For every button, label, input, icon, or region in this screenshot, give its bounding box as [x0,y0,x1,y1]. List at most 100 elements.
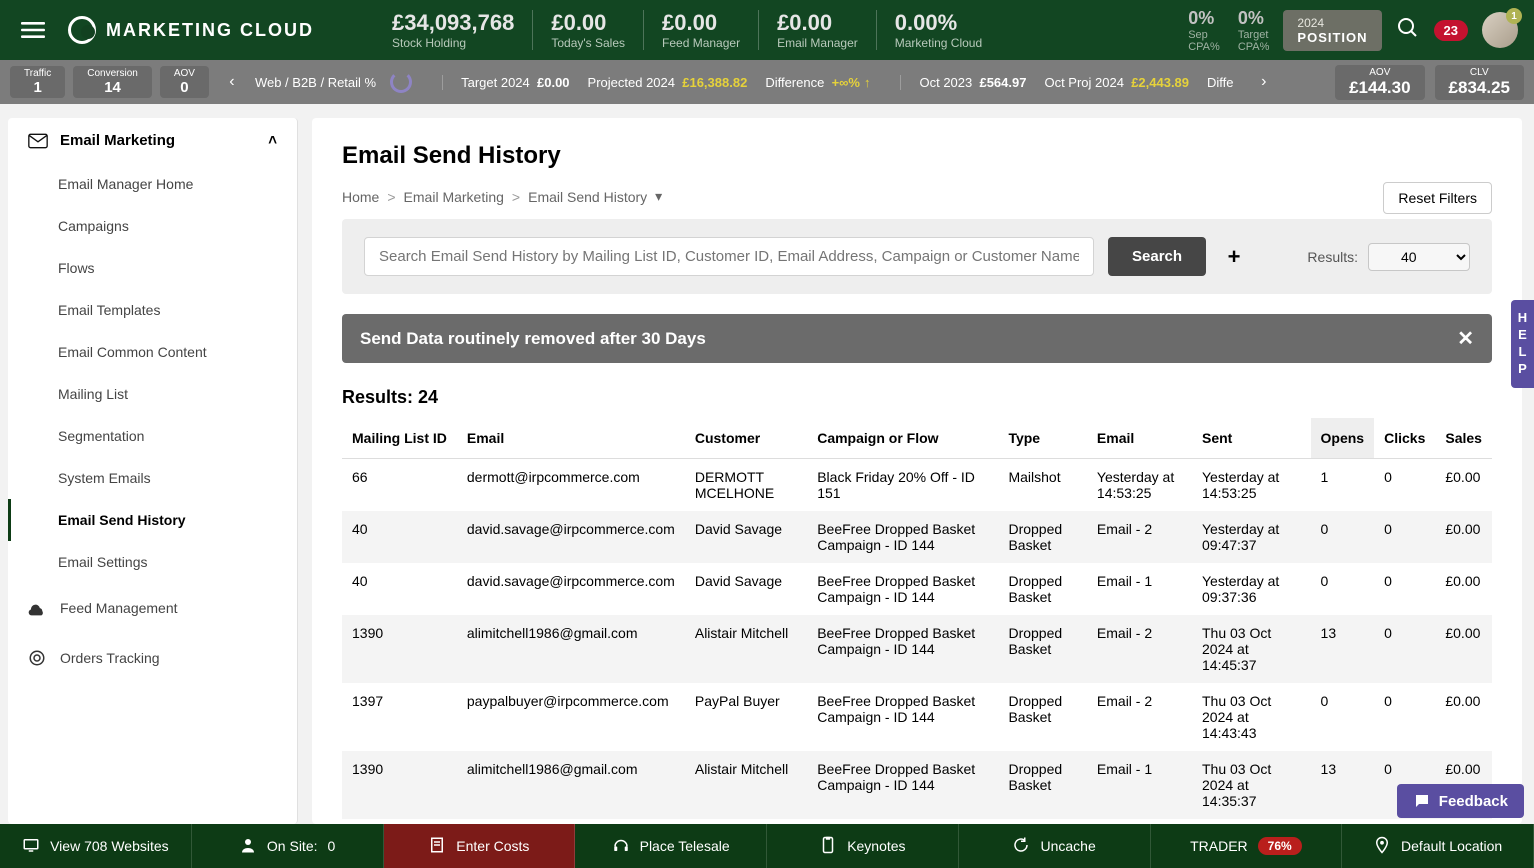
table-row[interactable]: 40david.savage@irpcommerce.comDavid Sava… [342,511,1492,563]
bottom-cell[interactable]: TRADER 76% [1151,824,1343,868]
avatar[interactable]: 1 [1482,12,1518,48]
position-pill[interactable]: 2024 POSITION [1283,10,1381,51]
notification-badge[interactable]: 23 [1434,20,1468,41]
table-row[interactable]: 40david.savage@irpcommerce.comDavid Sava… [342,563,1492,615]
header-metric: 0.00%Marketing Cloud [876,10,1000,50]
table-cell: 0 [1374,819,1435,824]
table-cell: 0 [1374,615,1435,683]
table-cell: dermott@irpcommerce.com [457,459,685,512]
sidebar-item[interactable]: Email Settings [8,541,297,583]
feedback-button[interactable]: Feedback [1397,784,1524,818]
table-header[interactable]: Sales [1435,418,1492,459]
chat-icon [1413,792,1431,810]
bottom-icon [1012,836,1030,857]
table-cell: 40 [342,511,457,563]
breadcrumb-item[interactable]: Email Marketing [404,189,504,205]
table-row[interactable]: 1397paypalbuyer@irpcommerce.comPayPal Bu… [342,683,1492,751]
big-stat[interactable]: AOV£144.30 [1335,65,1424,100]
table-cell: 1 [1311,459,1375,512]
bottom-icon [428,836,446,857]
sidebar-item[interactable]: Segmentation [8,415,297,457]
chevron-right-icon[interactable]: › [1251,73,1277,91]
bottom-cell[interactable]: Uncache [959,824,1151,868]
header-metric: £34,093,768Stock Holding [374,10,532,50]
search-button[interactable]: Search [1108,237,1206,276]
big-stat[interactable]: CLV£834.25 [1435,65,1524,100]
reset-filters-button[interactable]: Reset Filters [1383,182,1492,214]
table-header[interactable]: Campaign or Flow [807,418,998,459]
table-header[interactable]: Email [1087,418,1192,459]
table-header[interactable]: Clicks [1374,418,1435,459]
table-cell: BeeFree Dropped Basket Campaign - ID 144 [807,615,998,683]
metric-label: Today's Sales [551,36,625,50]
brand[interactable]: MARKETING CLOUD [68,16,314,44]
bottom-label: Place Telesale [640,838,730,854]
stat-box[interactable]: AOV0 [160,66,209,98]
breadcrumb-item[interactable]: Home [342,189,379,205]
close-icon[interactable]: ✕ [1457,326,1474,351]
search-input[interactable] [364,237,1094,276]
table-row[interactable]: 1390alimitchell1986@gmail.comAlistair Mi… [342,751,1492,819]
search-icon[interactable] [1396,16,1420,45]
table-cell: PayPal Buyer [685,819,807,824]
table-cell: BeeFree Dropped Basket Campaign - ID 144 [807,683,998,751]
breadcrumb: Home>Email Marketing>Email Send History … [342,188,1492,205]
table-cell: 13 [1311,751,1375,819]
table-row[interactable]: 1397paypalbuyer@irpcommerce.comPayPal Bu… [342,819,1492,824]
table-cell: paypalbuyer@irpcommerce.com [457,819,685,824]
sidebar-item[interactable]: Mailing List [8,373,297,415]
sidebar-item-feed[interactable]: Feed Management [8,583,297,633]
bottom-cell[interactable]: Keynotes [767,824,959,868]
table-cell: 1397 [342,683,457,751]
results-select[interactable]: 40 [1368,243,1470,271]
bottom-icon [612,836,630,857]
stat-box[interactable]: Conversion14 [73,66,152,98]
sidebar-item[interactable]: System Emails [8,457,297,499]
sidebar-item[interactable]: Email Manager Home [8,163,297,205]
table-header[interactable]: Sent [1192,418,1311,459]
stat-box[interactable]: Traffic1 [10,66,65,98]
bottom-label: Uncache [1040,838,1095,854]
sec-pair: Diffe [1207,75,1241,90]
table-header[interactable]: Type [998,418,1086,459]
sidebar-item[interactable]: Email Common Content [8,331,297,373]
breadcrumb-item[interactable]: Email Send History [528,189,647,205]
metric-value: £0.00 [551,10,606,36]
hamburger-menu[interactable] [16,13,50,47]
table-cell: david.savage@irpcommerce.com [457,563,685,615]
table-cell: Black Friday 20% Off - ID 151 [807,459,998,512]
sidebar-item[interactable]: Email Templates [8,289,297,331]
table-cell: 13 [1311,615,1375,683]
bottom-cell[interactable]: Default Location [1342,824,1534,868]
table-cell: alimitchell1986@gmail.com [457,751,685,819]
sidebar-header[interactable]: Email Marketing ˄ [8,118,297,163]
table-header[interactable]: Customer [685,418,807,459]
table-header[interactable]: Email [457,418,685,459]
table-header[interactable]: Mailing List ID [342,418,457,459]
bottom-cell[interactable]: Enter Costs [384,824,576,868]
table-cell: Yesterday at 09:47:37 [1192,511,1311,563]
sidebar-item[interactable]: Campaigns [8,205,297,247]
table-header[interactable]: Opens [1311,418,1375,459]
sidebar-item[interactable]: Flows [8,247,297,289]
trader-pct: 76% [1258,837,1302,855]
table-cell: 0 [1311,819,1375,824]
table-cell: BeeFree Dropped Basket Campaign - ID 144 [807,819,998,824]
chevron-down-icon[interactable]: ▾ [655,188,662,205]
chevron-left-icon[interactable]: ‹ [219,73,245,91]
table-cell: Mailshot [998,459,1086,512]
table-cell: david.savage@irpcommerce.com [457,511,685,563]
bottom-cell[interactable]: Place Telesale [575,824,767,868]
add-filter-button[interactable]: + [1220,243,1248,271]
table-cell: David Savage [685,511,807,563]
sidebar-item-orders[interactable]: Orders Tracking [8,633,297,683]
bottom-cell[interactable]: On Site: 0 [192,824,384,868]
table-cell: £0.00 [1435,563,1492,615]
metric-label: Stock Holding [392,36,466,50]
table-row[interactable]: 66dermott@irpcommerce.comDERMOTT MCELHON… [342,459,1492,512]
bottom-cell[interactable]: View 708 Websites [0,824,192,868]
help-tab[interactable]: HELP [1511,300,1534,388]
sidebar-item[interactable]: Email Send History [8,499,297,541]
table-row[interactable]: 1390alimitchell1986@gmail.comAlistair Mi… [342,615,1492,683]
position-year: 2024 [1297,16,1324,30]
